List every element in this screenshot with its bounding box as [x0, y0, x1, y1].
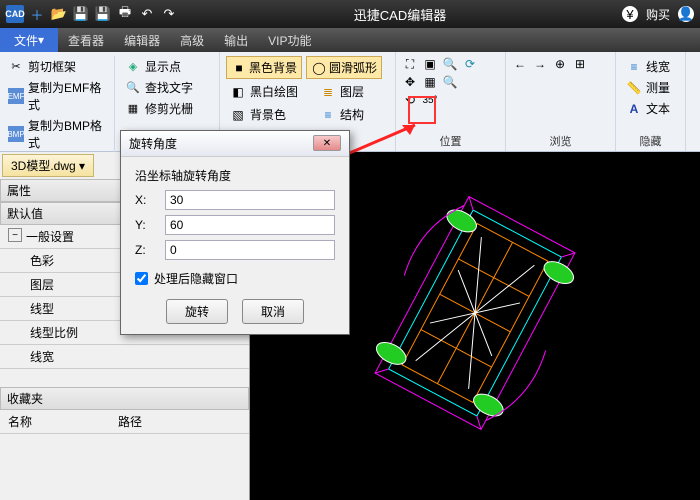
scissors-icon: ✂ [8, 59, 24, 75]
nav-left-icon[interactable]: ← [512, 56, 528, 72]
search-icon: 🔍 [125, 80, 141, 96]
wireframe-model-icon [317, 147, 633, 480]
dialog-subtitle: 沿坐标轴旋转角度 [135, 167, 335, 184]
measure-icon: 📏 [626, 80, 642, 96]
pan-icon[interactable]: ✥ [402, 74, 418, 90]
hide-after-checkbox[interactable] [135, 272, 148, 285]
undo-icon[interactable]: ↶ [138, 5, 156, 23]
new-icon[interactable]: ＋ [28, 5, 46, 23]
file-tab-3dmodel[interactable]: 3D模型.dwg ▾ [2, 154, 94, 177]
menu-bar: 文件 ▾ 查看器 编辑器 高级 输出 VIP功能 [0, 28, 700, 52]
refresh-icon[interactable]: ⟳ [462, 56, 478, 72]
favorites-header[interactable]: 收藏夹 [0, 387, 249, 410]
purchase-link[interactable]: 购买 [646, 6, 670, 23]
zoom-out-icon[interactable]: 🔍 [442, 74, 458, 90]
y-input[interactable] [165, 215, 335, 235]
blackbg-icon: ■ [231, 60, 247, 76]
point-icon: ◈ [125, 59, 141, 75]
bw-draw-button[interactable]: ◧黑白绘图 [226, 81, 302, 102]
bw-icon: ◧ [230, 84, 246, 100]
title-bar: CAD ＋ 📂 💾 💾 🖶 ↶ ↷ 迅捷CAD编辑器 ¥ 购买 👤 [0, 0, 700, 28]
saveall-icon[interactable]: 💾 [94, 5, 112, 23]
close-icon[interactable]: ✕ [313, 135, 341, 151]
group-position-label: 位置 [396, 133, 505, 149]
bgcolor-icon: ▧ [230, 107, 246, 123]
text-button[interactable]: A文本 [622, 98, 679, 119]
linew-icon: ≡ [626, 59, 642, 75]
rotate-button[interactable]: 旋转 [166, 299, 228, 324]
zoom-sel-icon[interactable]: ▦ [422, 74, 438, 90]
save-icon[interactable]: 💾 [72, 5, 90, 23]
editor-menu[interactable]: 编辑器 [114, 28, 170, 52]
advanced-menu[interactable]: 高级 [170, 28, 214, 52]
output-menu[interactable]: 输出 [214, 28, 258, 52]
struct-button[interactable]: ≡结构 [316, 104, 368, 125]
vip-menu[interactable]: VIP功能 [258, 28, 321, 52]
struct-icon: ≡ [320, 107, 336, 123]
col-name: 名称 [8, 413, 118, 430]
zoom-win-icon[interactable]: ▣ [422, 56, 438, 72]
file-menu[interactable]: 文件 ▾ [0, 28, 58, 52]
y-label: Y: [135, 218, 165, 232]
nav-right-icon[interactable]: → [532, 56, 548, 72]
text-icon: A [626, 101, 642, 117]
lweight-row[interactable]: 线宽 [0, 345, 249, 369]
open-icon[interactable]: 📂 [50, 5, 68, 23]
x-label: X: [135, 193, 165, 207]
zoom-in-icon[interactable]: 🔍 [442, 56, 458, 72]
bg-color-button[interactable]: ▧背景色 [226, 104, 290, 125]
app-title: 迅捷CAD编辑器 [178, 5, 622, 24]
currency-icon[interactable]: ¥ [622, 6, 638, 22]
user-icon[interactable]: 👤 [678, 6, 694, 22]
collapse-icon[interactable]: − [8, 228, 22, 242]
linewidth-button[interactable]: ≡线宽 [622, 56, 679, 77]
nav-reset-icon[interactable]: ⊕ [552, 56, 568, 72]
col-path: 路径 [118, 413, 142, 430]
bmp-icon: BMP [8, 126, 24, 142]
ribbon: ✂剪切框架 EMF复制为EMF格式 BMP复制为BMP格式 ◈显示点 🔍查找文字… [0, 52, 700, 152]
redo-icon[interactable]: ↷ [160, 5, 178, 23]
group-hide-label: 隐藏 [616, 133, 685, 149]
z-input[interactable] [165, 240, 335, 260]
find-text-button[interactable]: 🔍查找文字 [121, 77, 197, 98]
dialog-title: 旋转角度 [129, 135, 177, 152]
hide-after-label: 处理后隐藏窗口 [154, 270, 238, 287]
trim-icon: ▦ [125, 101, 141, 117]
layer-button[interactable]: ≣图层 [316, 81, 368, 102]
measure-button[interactable]: 📏测量 [622, 77, 679, 98]
x-input[interactable] [165, 190, 335, 210]
print-icon[interactable]: 🖶 [116, 5, 134, 23]
highlight-box [408, 96, 436, 124]
copy-bmp-button[interactable]: BMP复制为BMP格式 [4, 115, 114, 153]
app-logo-icon: CAD [6, 5, 24, 23]
z-label: Z: [135, 243, 165, 257]
copy-emf-button[interactable]: EMF复制为EMF格式 [4, 77, 114, 115]
show-points-button[interactable]: ◈显示点 [121, 56, 197, 77]
emf-icon: EMF [8, 88, 24, 104]
clip-frame-button[interactable]: ✂剪切框架 [4, 56, 114, 77]
fav-columns: 名称 路径 [0, 410, 249, 434]
arc-icon: ◯ [311, 60, 327, 76]
group-browse-label: 浏览 [506, 133, 615, 149]
smooth-arc-toggle[interactable]: ◯圆滑弧形 [306, 56, 382, 79]
nav-more-icon[interactable]: ⊞ [572, 56, 588, 72]
cancel-button[interactable]: 取消 [242, 299, 304, 324]
layer-icon: ≣ [320, 84, 336, 100]
black-bg-toggle[interactable]: ■黑色背景 [226, 56, 302, 79]
zoom-ext-icon[interactable]: ⛶ [402, 56, 418, 72]
viewer-menu[interactable]: 查看器 [58, 28, 114, 52]
trim-raster-button[interactable]: ▦修剪光栅 [121, 98, 197, 119]
rotate-angle-dialog: 旋转角度 ✕ 沿坐标轴旋转角度 X: Y: Z: 处理后隐藏窗口 旋转 取消 [120, 130, 350, 335]
